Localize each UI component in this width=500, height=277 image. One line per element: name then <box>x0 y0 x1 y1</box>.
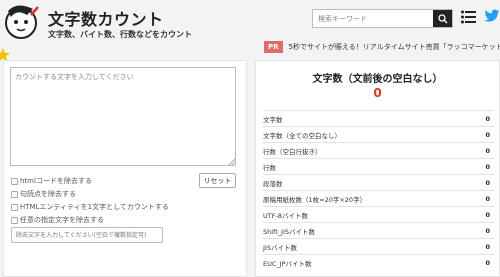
stat-row: 行数 0 <box>263 158 494 174</box>
stat-row: Shift_JISバイト数 0 <box>263 222 494 238</box>
stat-label: UTF-8バイト数 <box>263 211 308 220</box>
stat-value: 0 <box>485 226 490 235</box>
stat-row: 文字数 0 <box>263 110 494 126</box>
text-input-area[interactable] <box>10 67 236 166</box>
stat-label: EUC_JPバイト数 <box>263 259 312 268</box>
stat-row: 原稿用紙枚数（1枚=20字×20字） 0 <box>263 190 494 206</box>
checkbox[interactable] <box>11 177 18 185</box>
option-remove-punctuation[interactable]: 句読点を除去する <box>11 189 76 199</box>
stat-value: 0 <box>485 194 490 203</box>
result-value: 0 <box>373 86 382 100</box>
reset-button[interactable]: リセット <box>199 173 236 188</box>
stat-value: 0 <box>485 162 490 171</box>
stat-row: 段落数 0 <box>263 174 494 190</box>
stat-label: 行数（空白行抜き） <box>263 147 322 156</box>
stat-value: 0 <box>485 242 490 251</box>
search-box <box>312 9 453 28</box>
pr-link[interactable]: 5秒でサイトが賑える！リアルタイムサイト売買「ラッコマーケット」 <box>289 42 500 52</box>
search-input[interactable] <box>313 10 433 27</box>
pr-badge: PR <box>264 41 283 53</box>
option-label: HTMLエンティティを1文字としてカウントする <box>20 203 169 211</box>
stat-value: 0 <box>485 258 490 267</box>
checkbox[interactable] <box>11 190 18 198</box>
stat-value: 0 <box>485 130 490 139</box>
option-label: 句読点を除去する <box>20 190 76 198</box>
option-html-entity[interactable]: HTMLエンティティを1文字としてカウントする <box>11 202 169 212</box>
option-label: htmlコードを除去する <box>20 177 92 185</box>
stat-label: 段落数 <box>263 179 283 188</box>
stat-value: 0 <box>485 114 490 123</box>
resize-grip-icon[interactable] <box>229 159 235 165</box>
stat-label: JISバイト数 <box>263 243 297 252</box>
stat-label: 行数 <box>263 163 276 172</box>
exclude-chars-input[interactable] <box>11 227 163 243</box>
option-remove-html[interactable]: htmlコードを除去する <box>11 176 92 186</box>
option-remove-custom[interactable]: 任意の指定文字を除去する <box>11 215 104 225</box>
stat-label: 文字数 <box>263 115 283 124</box>
menu-icon[interactable] <box>461 10 476 24</box>
mascot-logo[interactable] <box>3 3 41 43</box>
result-title: 文字数（文前後の空白なし） <box>312 74 443 85</box>
search-button[interactable] <box>433 10 452 27</box>
checkbox[interactable] <box>11 203 18 211</box>
stat-value: 0 <box>485 146 490 155</box>
twitter-icon[interactable] <box>484 8 500 24</box>
option-label: 任意の指定文字を除去する <box>20 216 104 224</box>
stat-value: 0 <box>485 210 490 219</box>
stat-row: JISバイト数 0 <box>263 238 494 254</box>
stat-label: 文字数（全ての空白なし） <box>263 131 341 140</box>
stat-row: EUC_JPバイト数 0 <box>263 254 494 270</box>
checkbox[interactable] <box>11 216 18 224</box>
stat-value: 0 <box>485 178 490 187</box>
stat-label: 原稿用紙枚数（1枚=20字×20字） <box>263 195 367 204</box>
stat-label: Shift_JISバイト数 <box>263 227 315 236</box>
pr-banner[interactable]: PR 5秒でサイトが賑える！リアルタイムサイト売買「ラッコマーケット」 <box>264 39 500 55</box>
site-tagline: 文字数、バイト数、行数などをカウント <box>48 30 192 39</box>
search-icon <box>437 13 447 23</box>
stat-row: 文字数（全ての空白なし） 0 <box>263 126 494 142</box>
site-title[interactable]: 文字数カウント <box>48 6 164 30</box>
stat-row: UTF-8バイト数 0 <box>263 206 494 222</box>
stat-row: 行数（空白行抜き） 0 <box>263 142 494 158</box>
